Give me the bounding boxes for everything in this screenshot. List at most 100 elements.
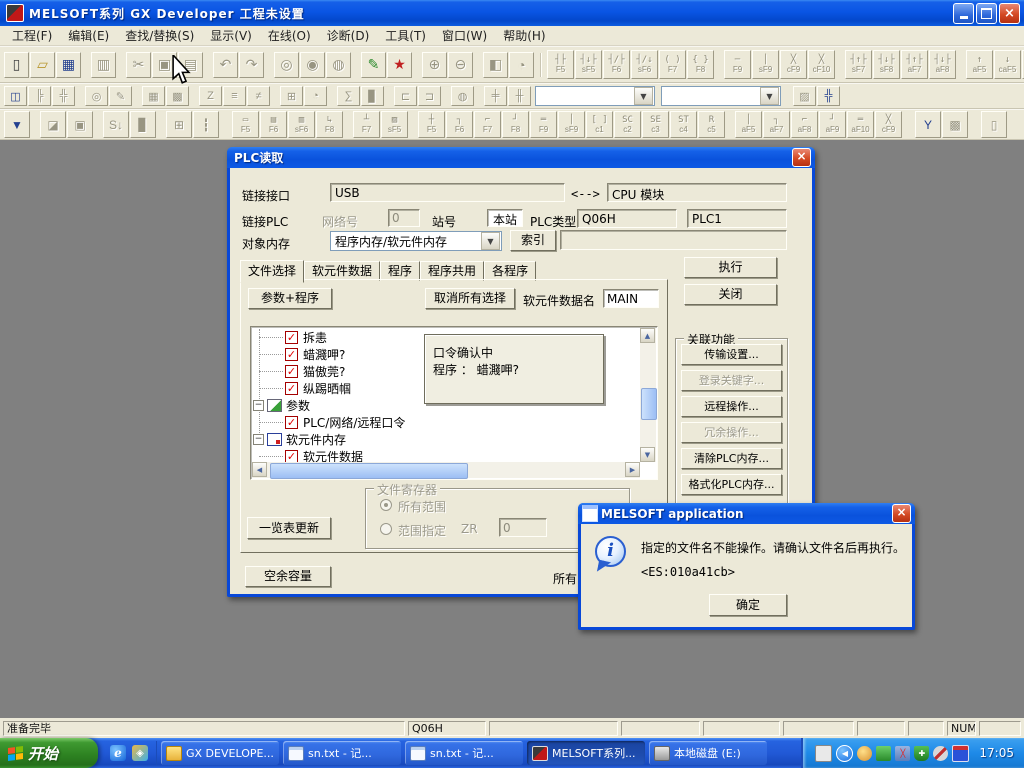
line-edit-icon[interactable]: ≡: [223, 86, 246, 106]
battery-icon[interactable]: [952, 745, 969, 762]
ladder-symbol-icon[interactable]: ╠: [28, 86, 51, 106]
ladder-symbol-button[interactable]: [ ]c1: [586, 111, 613, 138]
plc-dialog-titlebar[interactable]: PLC读取 ×: [227, 147, 815, 168]
ladder-symbol-button[interactable]: ┘aF9: [819, 111, 846, 138]
device-combo-2[interactable]: ▼: [661, 86, 781, 106]
menu-item[interactable]: 帮助(H): [495, 25, 553, 46]
menu-item[interactable]: 诊断(D): [319, 25, 378, 46]
menu-item[interactable]: 显示(V): [202, 25, 260, 46]
start-button[interactable]: 开始: [0, 738, 98, 768]
ladder-symbol-button[interactable]: ┤↓├aF8: [929, 50, 956, 79]
network-disconnected-icon[interactable]: ╳: [895, 746, 910, 761]
window-right-icon[interactable]: ⊐: [418, 86, 441, 106]
zoom-in-icon[interactable]: ⊕: [422, 52, 447, 78]
ladder-edit-icon[interactable]: ✎: [361, 52, 386, 78]
find-icon[interactable]: ◎: [274, 52, 299, 78]
window-split-icon[interactable]: ◧: [483, 52, 508, 78]
restore-button[interactable]: [976, 3, 997, 24]
ladder-symbol-button[interactable]: ═F9: [530, 111, 557, 138]
ok-button[interactable]: 确定: [709, 594, 787, 616]
monitor-icon[interactable]: ◔: [509, 52, 534, 78]
ladder-symbol-button[interactable]: ▤F6: [260, 111, 287, 138]
execute-button[interactable]: 执行: [684, 257, 777, 278]
chevron-down-icon[interactable]: ▼: [760, 87, 779, 105]
ladder-symbol-button[interactable]: │aF5: [735, 111, 762, 138]
wizard-icon[interactable]: ★: [387, 52, 412, 78]
grid-icon[interactable]: ⊞: [280, 86, 303, 106]
taskbar-task[interactable]: MELSOFT系列...: [527, 741, 645, 765]
ladder-symbol-button[interactable]: ┤↑├aF7: [901, 50, 928, 79]
ladder-symbol-button[interactable]: ↳F8: [316, 111, 343, 138]
ladder-symbol-button[interactable]: ┼F5: [418, 111, 445, 138]
close-button[interactable]: ×: [999, 3, 1020, 24]
find-next-icon[interactable]: ◉: [300, 52, 325, 78]
clock-icon[interactable]: ◔: [304, 86, 327, 106]
ladder-symbol-button[interactable]: ┤↑├sF7: [845, 50, 872, 79]
ladder-symbol-button[interactable]: STc4: [670, 111, 697, 138]
minimize-button[interactable]: [953, 3, 974, 24]
ladder-symbol2-icon[interactable]: ╬: [52, 86, 75, 106]
ladder-symbol-button[interactable]: ─F9: [724, 50, 751, 79]
device-replace-icon[interactable]: ◍: [326, 52, 351, 78]
menu-item[interactable]: 工具(T): [377, 25, 434, 46]
ladder-symbol-button[interactable]: ▥sF6: [288, 111, 315, 138]
tab[interactable]: 程序: [380, 261, 420, 281]
ladder-symbol-button[interactable]: ╳cF10: [808, 50, 835, 79]
ladder-symbol-button[interactable]: │sF9: [752, 50, 779, 79]
related-function-button[interactable]: 远程操作...: [681, 396, 782, 417]
ladder-symbol-button[interactable]: ↑aF5: [966, 50, 993, 79]
print-icon[interactable]: ▥: [91, 52, 116, 78]
tab[interactable]: 各程序: [484, 261, 536, 281]
ladder-symbol-button[interactable]: ┤↓├sF8: [873, 50, 900, 79]
paste-icon[interactable]: ▤: [178, 52, 203, 78]
macro-icon[interactable]: ▯: [981, 111, 1007, 138]
ladder-symbol-button[interactable]: ⌐aF8: [791, 111, 818, 138]
target-memory-select[interactable]: 程序内存/软元件内存 ▼: [330, 231, 502, 251]
zoom-out-icon[interactable]: ⊖: [448, 52, 473, 78]
ladder-symbol-button[interactable]: ╳cF9: [875, 111, 902, 138]
taskbar-task[interactable]: sn.txt - 记...: [283, 741, 401, 765]
taskbar-task[interactable]: sn.txt - 记...: [405, 741, 523, 765]
ladder-symbol-button[interactable]: ┐F6: [446, 111, 473, 138]
close-dialog-button[interactable]: 关闭: [684, 284, 777, 305]
ladder-symbol-button[interactable]: ⌐F7: [474, 111, 501, 138]
ladder-symbol-button[interactable]: ▭F5: [232, 111, 259, 138]
line-delete-icon[interactable]: ≠: [247, 86, 270, 106]
taskbar-task[interactable]: 本地磁盘 (E:): [649, 741, 767, 765]
menu-item[interactable]: 窗口(W): [434, 25, 495, 46]
ladder-symbol-button[interactable]: SEc3: [642, 111, 669, 138]
cut-icon[interactable]: ✂: [126, 52, 151, 78]
keyboard-layout-icon[interactable]: [815, 745, 832, 762]
device-test-off-icon[interactable]: ╫: [508, 86, 531, 106]
sum-check-icon[interactable]: ∑: [337, 86, 360, 106]
ladder-symbol-button[interactable]: ┤↓├sF5: [575, 50, 602, 79]
plc-download-icon[interactable]: ▼: [4, 111, 30, 138]
comment-icon[interactable]: ▦: [142, 86, 165, 106]
open-project-icon[interactable]: ▱: [30, 52, 55, 78]
chevron-down-icon[interactable]: ▼: [634, 87, 653, 105]
sort-icon[interactable]: S↓: [103, 111, 129, 138]
tab[interactable]: 程序共用: [420, 261, 484, 281]
block-icon[interactable]: ▊: [361, 86, 384, 106]
used-device-icon[interactable]: ┇: [193, 111, 219, 138]
tab[interactable]: 文件选择: [240, 260, 304, 283]
window-titlebar[interactable]: MELSOFT系列 GX Developer 工程未设置 ×: [0, 0, 1024, 26]
index-button[interactable]: 索引: [510, 230, 556, 251]
copy-icon[interactable]: ▣: [152, 52, 177, 78]
related-function-button[interactable]: 清除PLC内存...: [681, 448, 782, 469]
device-batch-icon[interactable]: ╬: [817, 86, 840, 106]
internet-explorer-icon[interactable]: e: [110, 745, 126, 761]
ladder-symbol-button[interactable]: │sF9: [558, 111, 585, 138]
menu-item[interactable]: 查找/替换(S): [117, 25, 202, 46]
comment-display-icon[interactable]: ▨: [793, 86, 816, 106]
transfer-setup-icon[interactable]: ◫: [4, 86, 27, 106]
ladder-symbol-button[interactable]: ┐aF7: [763, 111, 790, 138]
save-icon[interactable]: ▦: [56, 52, 81, 78]
ladder-symbol-button[interactable]: ═aF10: [847, 111, 874, 138]
redo-icon[interactable]: ↷: [239, 52, 264, 78]
globe-icon[interactable]: ◍: [451, 86, 474, 106]
partition-icon[interactable]: ▊: [130, 111, 156, 138]
tab[interactable]: 软元件数据: [304, 261, 380, 281]
ladder-symbol-button[interactable]: ( )F7: [659, 50, 686, 79]
ladder-symbol-button[interactable]: ┤├F5: [547, 50, 574, 79]
